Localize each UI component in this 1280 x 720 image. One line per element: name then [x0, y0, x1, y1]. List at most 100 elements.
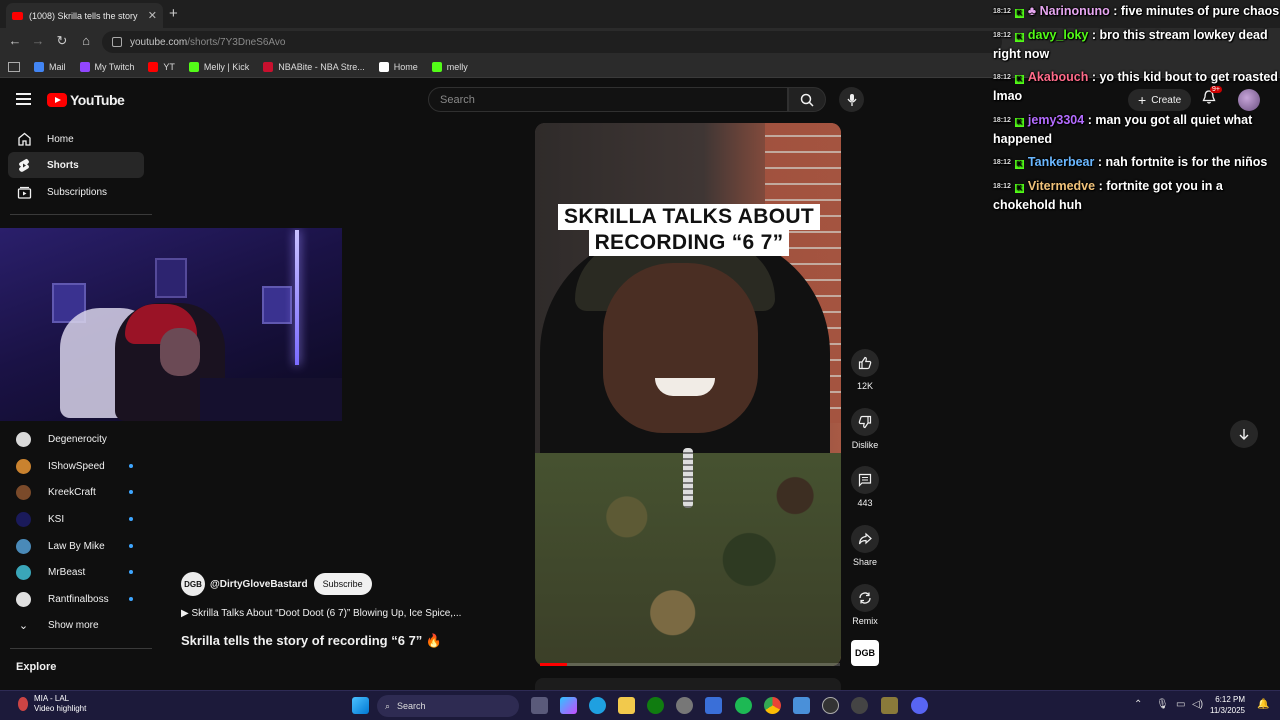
site-info-icon[interactable]	[112, 37, 122, 47]
share-button[interactable]: Share	[844, 525, 886, 567]
short-video-player[interactable]: SKRILLA TALKS ABOUT RECORDING “6 7”	[535, 123, 841, 666]
bookmark-item[interactable]: Melly | Kick	[188, 61, 249, 72]
url-path: /shorts/7Y3DneS6Avo	[187, 36, 286, 48]
chat-time: 18:12	[993, 8, 1011, 15]
store-icon[interactable]	[705, 697, 722, 714]
settings-icon[interactable]	[676, 697, 693, 714]
close-tab-icon[interactable]: ✕	[148, 9, 157, 22]
copilot-icon[interactable]	[560, 697, 577, 714]
subscriptions-icon	[16, 184, 32, 200]
volume-icon[interactable]: ◁)	[1192, 699, 1203, 710]
comment-count: 443	[857, 498, 873, 508]
remix-icon	[859, 592, 871, 604]
channel-handle[interactable]: @DirtyGloveBastard	[210, 579, 308, 590]
home-icon	[16, 131, 32, 147]
forward-icon[interactable]: →	[29, 33, 47, 48]
xbox-icon[interactable]	[647, 697, 664, 714]
subscription-item[interactable]: IShowSpeed	[8, 454, 144, 478]
bookmark-label: My Twitch	[94, 61, 135, 72]
linked-video[interactable]: ▶ Skrilla Talks About “Doot Doot (6 7)” …	[181, 608, 461, 619]
remix-button[interactable]: Remix	[844, 584, 886, 626]
next-short-preview	[535, 678, 841, 690]
start-icon[interactable]	[352, 697, 369, 714]
chrome-icon[interactable]	[764, 697, 781, 714]
apps-grid-icon[interactable]	[8, 61, 20, 72]
next-short-button[interactable]	[1230, 420, 1258, 448]
channel-avatar[interactable]: DGB	[181, 572, 205, 596]
show-more-button[interactable]: ⌄ Show more	[8, 613, 144, 637]
sidebar-item-label: Subscriptions	[47, 186, 108, 198]
fire-icon: 🔥	[425, 633, 443, 648]
channel-name: Degenerocity	[48, 433, 107, 445]
video-caption: SKRILLA TALKS ABOUT RECORDING “6 7”	[555, 204, 823, 256]
dislike-label: Dislike	[851, 440, 879, 450]
channel-name: MrBeast	[48, 566, 86, 578]
subscription-item[interactable]: Degenerocity	[8, 427, 144, 451]
bookmark-item[interactable]: YT	[148, 61, 175, 72]
chat-message: 18:12 K ♣ Narinonuno : five minutes of pur…	[993, 2, 1280, 21]
bookmark-item[interactable]: melly	[431, 61, 468, 72]
widgets-button[interactable]: MIA - LAL Video highlight	[18, 694, 86, 714]
kick-badge-icon: K	[1014, 160, 1024, 169]
chat-user: Vitermedve	[1027, 179, 1096, 193]
subscription-item[interactable]: Law By Mike	[8, 534, 144, 558]
bookmark-item[interactable]: Mail	[34, 61, 66, 72]
url-host: youtube.com	[130, 36, 188, 48]
app-icon[interactable]	[881, 697, 898, 714]
sidebar-item-subscriptions[interactable]: Subscriptions	[8, 179, 144, 205]
address-bar[interactable]: youtube.com/shorts/7Y3DneS6Avo	[102, 31, 1002, 53]
media-player-icon[interactable]	[822, 697, 839, 714]
comment-icon	[858, 473, 872, 487]
task-view-icon[interactable]	[531, 697, 548, 714]
sidebar-item-shorts[interactable]: Shorts	[8, 152, 144, 178]
subscription-item[interactable]: KSI	[8, 507, 144, 531]
obs-icon[interactable]	[851, 697, 868, 714]
voice-search-button[interactable]	[839, 87, 864, 112]
back-icon[interactable]: ←	[6, 33, 24, 48]
menu-icon[interactable]	[16, 93, 31, 105]
discord-icon[interactable]	[911, 697, 928, 714]
like-count: 12K	[856, 381, 873, 391]
kick-icon	[431, 61, 442, 72]
chevron-up-icon[interactable]: ⌃	[1134, 699, 1142, 710]
bookmark-item[interactable]: NBABite - NBA Stre...	[263, 61, 365, 72]
network-icon[interactable]: ▭	[1176, 699, 1185, 710]
notifications-icon[interactable]: 🔔	[1257, 699, 1269, 710]
twitch-icon	[79, 61, 90, 72]
channel-tile[interactable]: DGB	[851, 640, 879, 666]
taskbar-search-label: Search	[397, 701, 426, 711]
taskbar-search[interactable]: ⌕ Search	[377, 695, 519, 717]
home-icon[interactable]: ⌂	[77, 33, 95, 48]
subscription-item[interactable]: MrBeast	[8, 560, 144, 584]
spotify-icon[interactable]	[735, 697, 752, 714]
bookmark-item[interactable]: Home	[378, 61, 418, 72]
subscribe-button[interactable]: Subscribe	[313, 573, 372, 595]
video-progress-bar[interactable]	[540, 663, 840, 666]
reload-icon[interactable]: ↻	[53, 33, 71, 49]
chat-user: Akabouch	[1027, 70, 1089, 84]
search-button[interactable]	[788, 87, 826, 112]
edge-icon[interactable]	[589, 697, 606, 714]
photos-icon[interactable]	[793, 697, 810, 714]
shorts-icon	[16, 157, 32, 173]
sidebar-item-home[interactable]: Home	[8, 126, 144, 152]
file-explorer-icon[interactable]	[618, 697, 635, 714]
new-tab-icon[interactable]: +	[169, 5, 178, 22]
chat-message: 18:12 Kjemy3304 : man you got all quiet w…	[993, 111, 1280, 149]
kick-badge-icon: K	[1014, 118, 1024, 127]
dislike-button[interactable]: Dislike	[844, 408, 886, 450]
chat-time: 18:12	[993, 117, 1011, 124]
comments-button[interactable]: 443	[844, 466, 886, 508]
browser-tab[interactable]: (1008) Skrilla tells the story ✕	[6, 3, 163, 28]
wall-frame	[262, 286, 292, 324]
subscription-item[interactable]: Rantfinalboss	[8, 587, 144, 611]
search-input[interactable]: Search	[428, 87, 788, 112]
youtube-logo[interactable]: YouTube	[47, 92, 125, 108]
bookmark-item[interactable]: My Twitch	[79, 61, 135, 72]
like-button[interactable]: 12K	[844, 349, 886, 391]
microphone-icon[interactable]: 🎙	[1156, 699, 1169, 710]
channel-name: KSI	[48, 513, 65, 525]
subscription-item[interactable]: KreekCraft	[8, 480, 144, 504]
channel-avatar	[16, 538, 31, 554]
system-clock[interactable]: 6:12 PM 11/3/2025	[1210, 694, 1245, 716]
